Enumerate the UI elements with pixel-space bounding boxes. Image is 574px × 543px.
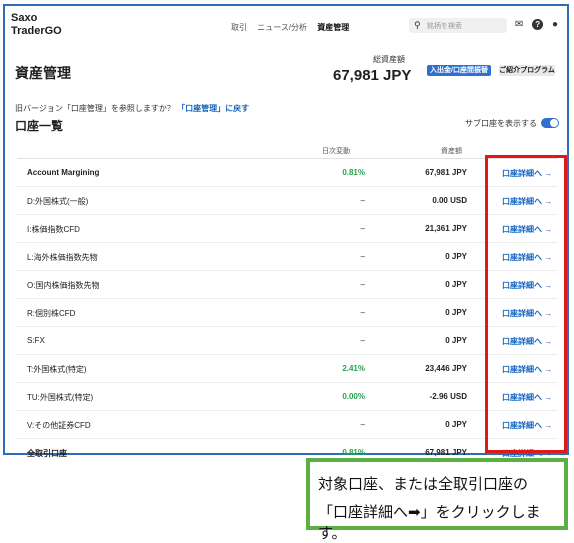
account-details-link[interactable]: 口座詳細へ → bbox=[502, 224, 552, 235]
daily-change: 0.81% bbox=[342, 448, 365, 457]
daily-change: – bbox=[360, 252, 365, 261]
legacy-text: 旧バージョン「口座管理」を参照しますか？ bbox=[15, 104, 175, 113]
top-bar: Saxo TraderGO 取引 ニュース/分析 資産管理 ⚲ 銘柄を検索 ✉ … bbox=[5, 6, 567, 46]
daily-change: – bbox=[360, 224, 365, 233]
table-row: I:株価指数CFD – 21,361 JPY 口座詳細へ → bbox=[17, 215, 557, 243]
toolbar-icons: ✉ ? ● bbox=[515, 19, 564, 30]
account-details-link[interactable]: 口座詳細へ → bbox=[502, 196, 552, 207]
account-name: 全取引口座 bbox=[27, 449, 67, 458]
search-icon: ⚲ bbox=[414, 20, 421, 30]
daily-change: 2.41% bbox=[342, 364, 365, 373]
col-daily-change: 日次変動 bbox=[322, 148, 350, 155]
account-name: V:その他証券CFD bbox=[27, 421, 91, 430]
search-input[interactable]: ⚲ 銘柄を検索 bbox=[409, 18, 507, 33]
account-details-link[interactable]: 口座詳細へ → bbox=[502, 364, 552, 375]
callout-line1: 対象口座、または全取引口座の bbox=[318, 476, 529, 493]
account-name: TU:外国株式(特定) bbox=[27, 393, 94, 402]
logo[interactable]: Saxo TraderGO bbox=[11, 12, 62, 38]
table-row: T:外国株式(特定) 2.41% 23,446 JPY 口座詳細へ → bbox=[17, 355, 557, 383]
account-details-link[interactable]: 口座詳細へ → bbox=[502, 280, 552, 291]
deposit-transfer-button[interactable]: 入出金/口座間振替 bbox=[427, 65, 491, 76]
asset-value: 23,446 JPY bbox=[425, 364, 467, 373]
account-name: I:株価指数CFD bbox=[27, 225, 80, 234]
asset-value: 0 JPY bbox=[445, 252, 467, 261]
table-row: L:海外株価指数先物 – 0 JPY 口座詳細へ → bbox=[17, 243, 557, 271]
nav-trade[interactable]: 取引 bbox=[231, 23, 247, 32]
account-details-link[interactable]: 口座詳細へ → bbox=[502, 420, 552, 431]
instruction-callout: 対象口座、または全取引口座の 「口座詳細へ➡」をクリックします。 bbox=[306, 458, 568, 542]
toggle-knob bbox=[550, 119, 558, 127]
nav-news[interactable]: ニュース/分析 bbox=[257, 23, 307, 32]
asset-value: 0 JPY bbox=[445, 336, 467, 345]
table-row: D:外国株式(一般) – 0.00 USD 口座詳細へ → bbox=[17, 187, 557, 215]
asset-value: 0 JPY bbox=[445, 308, 467, 317]
asset-value: 67,981 JPY bbox=[425, 168, 467, 177]
asset-value: 67,981 JPY bbox=[425, 448, 467, 457]
mail-icon[interactable]: ✉ bbox=[515, 19, 523, 30]
account-name: L:海外株価指数先物 bbox=[27, 253, 98, 262]
account-name: S:FX bbox=[27, 336, 45, 345]
search-placeholder: 銘柄を検索 bbox=[427, 23, 462, 30]
daily-change: 0.00% bbox=[342, 392, 365, 401]
legacy-notice: 旧バージョン「口座管理」を参照しますか？ 「口座管理」に戻す bbox=[15, 103, 249, 114]
show-sub-accounts-label: サブ口座を表示する bbox=[465, 119, 537, 128]
total-assets-value: 67,981 JPY bbox=[333, 67, 412, 84]
logo-line1: Saxo bbox=[11, 12, 38, 24]
asset-value: -2.96 USD bbox=[429, 392, 467, 401]
table-row: R:個別株CFD – 0 JPY 口座詳細へ → bbox=[17, 299, 557, 327]
account-details-link[interactable]: 口座詳細へ → bbox=[502, 308, 552, 319]
table-row: S:FX – 0 JPY 口座詳細へ → bbox=[17, 327, 557, 355]
daily-change: – bbox=[360, 280, 365, 289]
account-name: Account Margining bbox=[27, 168, 100, 177]
total-assets-label: 総資産額 bbox=[373, 55, 405, 64]
account-details-link[interactable]: 口座詳細へ → bbox=[502, 168, 552, 179]
daily-change: – bbox=[360, 196, 365, 205]
account-details-link[interactable]: 口座詳細へ → bbox=[502, 392, 552, 403]
nav-assets[interactable]: 資産管理 bbox=[317, 23, 349, 32]
daily-change: – bbox=[360, 420, 365, 429]
account-name: O:国内株価指数先物 bbox=[27, 281, 100, 290]
asset-value: 0 JPY bbox=[445, 420, 467, 429]
logo-line2: TraderGO bbox=[11, 25, 62, 37]
daily-change: – bbox=[360, 308, 365, 317]
daily-change: 0.81% bbox=[342, 168, 365, 177]
table-row: V:その他証券CFD – 0 JPY 口座詳細へ → bbox=[17, 411, 557, 439]
app-window: Saxo TraderGO 取引 ニュース/分析 資産管理 ⚲ 銘柄を検索 ✉ … bbox=[3, 4, 569, 458]
asset-value: 21,361 JPY bbox=[425, 224, 467, 233]
account-details-link[interactable]: 口座詳細へ → bbox=[502, 336, 552, 347]
table-row: TU:外国株式(特定) 0.00% -2.96 USD 口座詳細へ → bbox=[17, 383, 557, 411]
col-asset-value: 資産額 bbox=[441, 148, 462, 155]
account-name: R:個別株CFD bbox=[27, 309, 76, 318]
asset-value: 0 JPY bbox=[445, 280, 467, 289]
account-details-link[interactable]: 口座詳細へ → bbox=[502, 252, 552, 263]
table-row: Account Margining 0.81% 67,981 JPY 口座詳細へ… bbox=[17, 159, 557, 187]
main-nav: 取引 ニュース/分析 資産管理 bbox=[231, 22, 357, 33]
daily-change: – bbox=[360, 336, 365, 345]
accounts-title: 口座一覧 bbox=[15, 119, 64, 133]
asset-value: 0.00 USD bbox=[432, 196, 467, 205]
page-title: 資産管理 bbox=[15, 65, 71, 81]
account-name: D:外国株式(一般) bbox=[27, 197, 89, 206]
table-header: 日次変動 資産額 bbox=[17, 142, 557, 159]
account-name: T:外国株式(特定) bbox=[27, 365, 87, 374]
accounts-table: 日次変動 資産額 Account Margining 0.81% 67,981 … bbox=[17, 142, 557, 466]
table-row: O:国内株価指数先物 – 0 JPY 口座詳細へ → bbox=[17, 271, 557, 299]
callout-line2: 「口座詳細へ➡」をクリックします。 bbox=[318, 504, 541, 542]
user-icon[interactable]: ● bbox=[552, 19, 558, 30]
show-sub-accounts-toggle[interactable] bbox=[541, 118, 559, 128]
legacy-link[interactable]: 「口座管理」に戻す bbox=[177, 104, 249, 113]
referral-program-button[interactable]: ご紹介プログラム bbox=[499, 65, 555, 76]
help-icon[interactable]: ? bbox=[532, 19, 544, 30]
